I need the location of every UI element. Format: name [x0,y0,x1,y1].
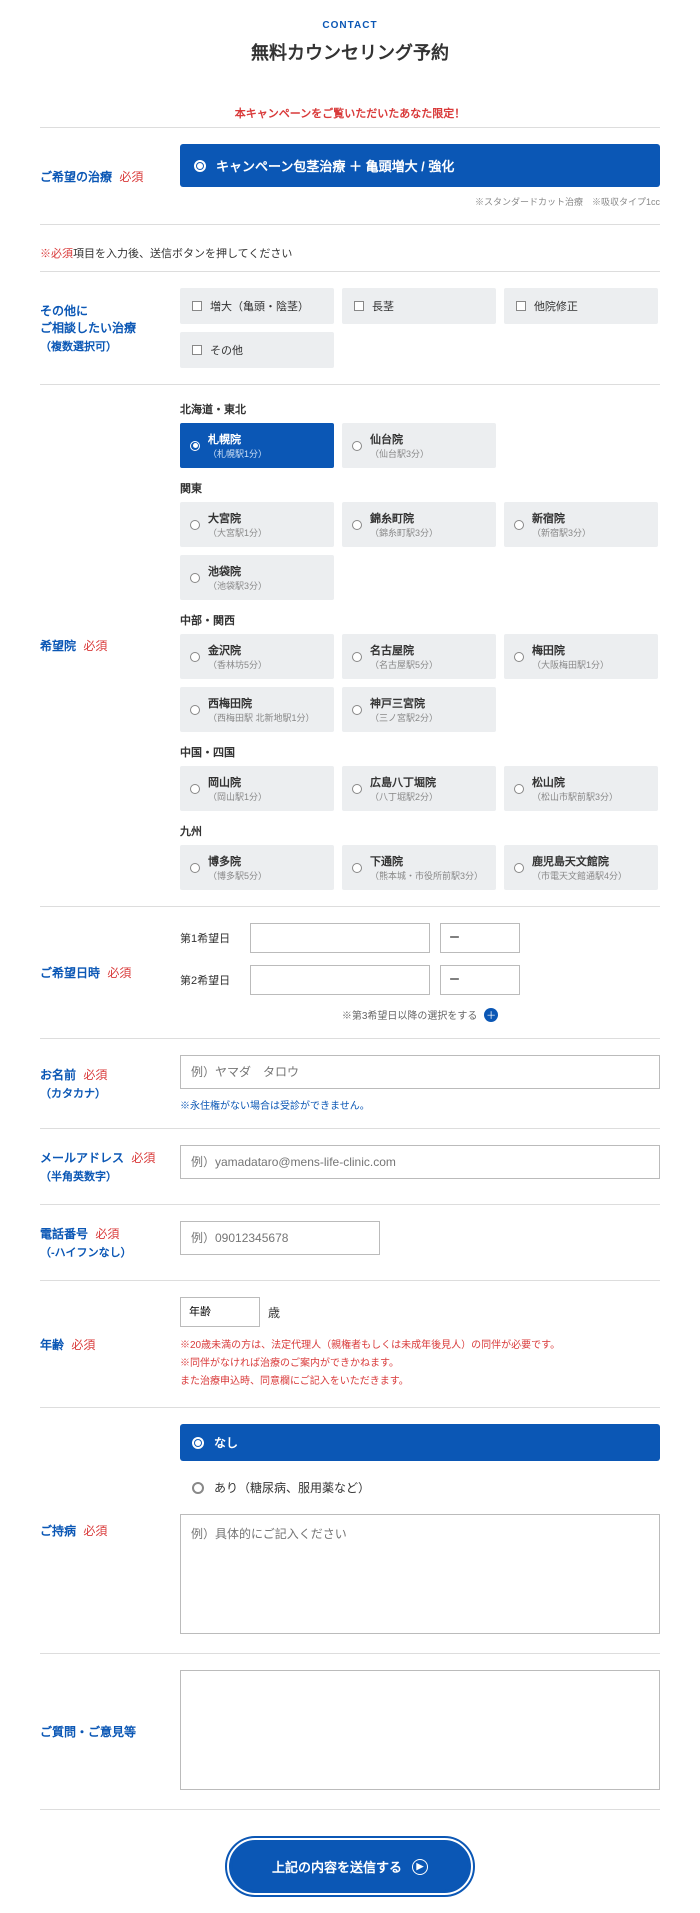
checkbox-icon [354,301,364,311]
checkbox-icon [516,301,526,311]
radio-icon [192,1437,204,1449]
clinic-option[interactable]: 大宮院（大宮駅1分） [180,502,334,547]
region-label: 関東 [180,480,660,496]
submit-button[interactable]: 上記の内容を送信する ▶ [229,1840,471,1893]
arrow-icon: ▶ [412,1859,428,1875]
checkbox-icon [192,345,202,355]
treatment-label: ご希望の治療 必須 [40,168,170,185]
clinic-option[interactable]: 新宿院（新宿駅3分） [504,502,658,547]
name-sub: （カタカナ） [40,1085,170,1101]
radio-icon [190,441,200,451]
condition-yes[interactable]: あり（糖尿病、服用薬など） [180,1469,660,1506]
page-header: CONTACT 無料カウンセリング予約 [40,20,660,65]
email-input[interactable] [180,1145,660,1179]
datetime-label: ご希望日時 必須 [40,964,170,981]
radio-icon [194,160,206,172]
other-option[interactable]: 他院修正 [504,288,658,324]
campaign-banner: 本キャンペーンをご覧いただいたあなた限定！ [40,105,660,121]
name-input[interactable] [180,1055,660,1089]
date1-label: 第1希望日 [180,930,240,946]
clinic-option[interactable]: 博多院（博多駅5分） [180,845,334,890]
name-note: ※永住権がない場合は受診ができません。 [180,1097,660,1112]
region-label: 北海道・東北 [180,401,660,417]
radio-icon [192,1482,204,1494]
clinic-option[interactable]: 下通院（熊本城・市役所前駅3分） [342,845,496,890]
email-label: メールアドレス 必須 [40,1149,170,1166]
phone-input[interactable] [180,1221,380,1255]
region-label: 中国・四国 [180,744,660,760]
clinic-option[interactable]: 梅田院（大阪梅田駅1分） [504,634,658,679]
clinic-option[interactable]: 西梅田院（西梅田駅 北新地駅1分） [180,687,334,732]
age-unit: 歳 [268,1304,280,1321]
clinic-option[interactable]: 松山院（松山市駅前駅3分） [504,766,658,811]
date2-select[interactable] [250,965,430,995]
date2-label: 第2希望日 [180,972,240,988]
phone-label: 電話番号 必須 [40,1225,170,1242]
radio-icon [514,520,524,530]
radio-icon [352,520,362,530]
condition-none[interactable]: なし [180,1424,660,1461]
clinic-option[interactable]: 広島八丁堀院（八丁堀駅2分） [342,766,496,811]
clinic-option[interactable]: 岡山院（岡山駅1分） [180,766,334,811]
date-add-note[interactable]: ※第3希望日以降の選択をする ＋ [180,1007,660,1022]
condition-detail[interactable] [180,1514,660,1634]
radio-icon [190,652,200,662]
radio-icon [190,520,200,530]
treatment-selected-option[interactable]: キャンペーン包茎治療 ＋ 亀頭増大 / 強化 [180,144,660,187]
required-note: ※必須項目を入力後、送信ボタンを押してください [40,245,660,261]
time2-select[interactable]: ー [440,965,520,995]
other-label1: その他に [40,302,170,319]
clinic-option[interactable]: 金沢院（香林坊5分） [180,634,334,679]
age-notes: ※20歳未満の方は、法定代理人（親権者もしくは未成年後見人）の同伴が必要です。 … [180,1337,660,1391]
clinic-option[interactable]: 札幌院（札幌駅1分） [180,423,334,468]
header-subtitle: CONTACT [40,20,660,31]
age-select[interactable]: 年齢 [180,1297,260,1327]
radio-icon [190,573,200,583]
page-title: 無料カウンセリング予約 [40,39,660,65]
radio-icon [190,705,200,715]
radio-icon [514,863,524,873]
region-label: 中部・関西 [180,612,660,628]
clinic-option[interactable]: 池袋院（池袋駅3分） [180,555,334,600]
region-label: 九州 [180,823,660,839]
date1-select[interactable] [250,923,430,953]
other-option[interactable]: その他 [180,332,334,368]
email-sub: （半角英数字） [40,1168,170,1184]
clinic-option[interactable]: 錦糸町院（錦糸町駅3分） [342,502,496,547]
question-input[interactable] [180,1670,660,1790]
phone-sub: （-ハイフンなし） [40,1244,170,1260]
other-label3: （複数選択可） [40,338,170,354]
radio-icon [352,441,362,451]
other-label2: ご相談したい治療 [40,319,170,336]
radio-icon [190,863,200,873]
checkbox-icon [192,301,202,311]
plus-icon: ＋ [484,1008,498,1022]
radio-icon [514,652,524,662]
age-label: 年齢 必須 [40,1336,170,1353]
clinic-option[interactable]: 鹿児島天文館院（市電天文館通駅4分） [504,845,658,890]
radio-icon [514,784,524,794]
radio-icon [352,652,362,662]
clinic-option[interactable]: 神戸三宮院（三ノ宮駅2分） [342,687,496,732]
clinic-option[interactable]: 仙台院（仙台駅3分） [342,423,496,468]
question-label: ご質問・ご意見等 [40,1723,170,1740]
other-option[interactable]: 長茎 [342,288,496,324]
time1-select[interactable]: ー [440,923,520,953]
treatment-note: ※スタンダードカット治療 ※吸収タイプ1cc [180,195,660,208]
radio-icon [352,863,362,873]
name-label: お名前 必須 [40,1066,170,1083]
clinic-label: 希望院 必須 [40,637,170,654]
radio-icon [352,705,362,715]
other-option[interactable]: 増大（亀頭・陰茎） [180,288,334,324]
condition-label: ご持病 必須 [40,1522,170,1539]
radio-icon [190,784,200,794]
radio-icon [352,784,362,794]
clinic-option[interactable]: 名古屋院（名古屋駅5分） [342,634,496,679]
